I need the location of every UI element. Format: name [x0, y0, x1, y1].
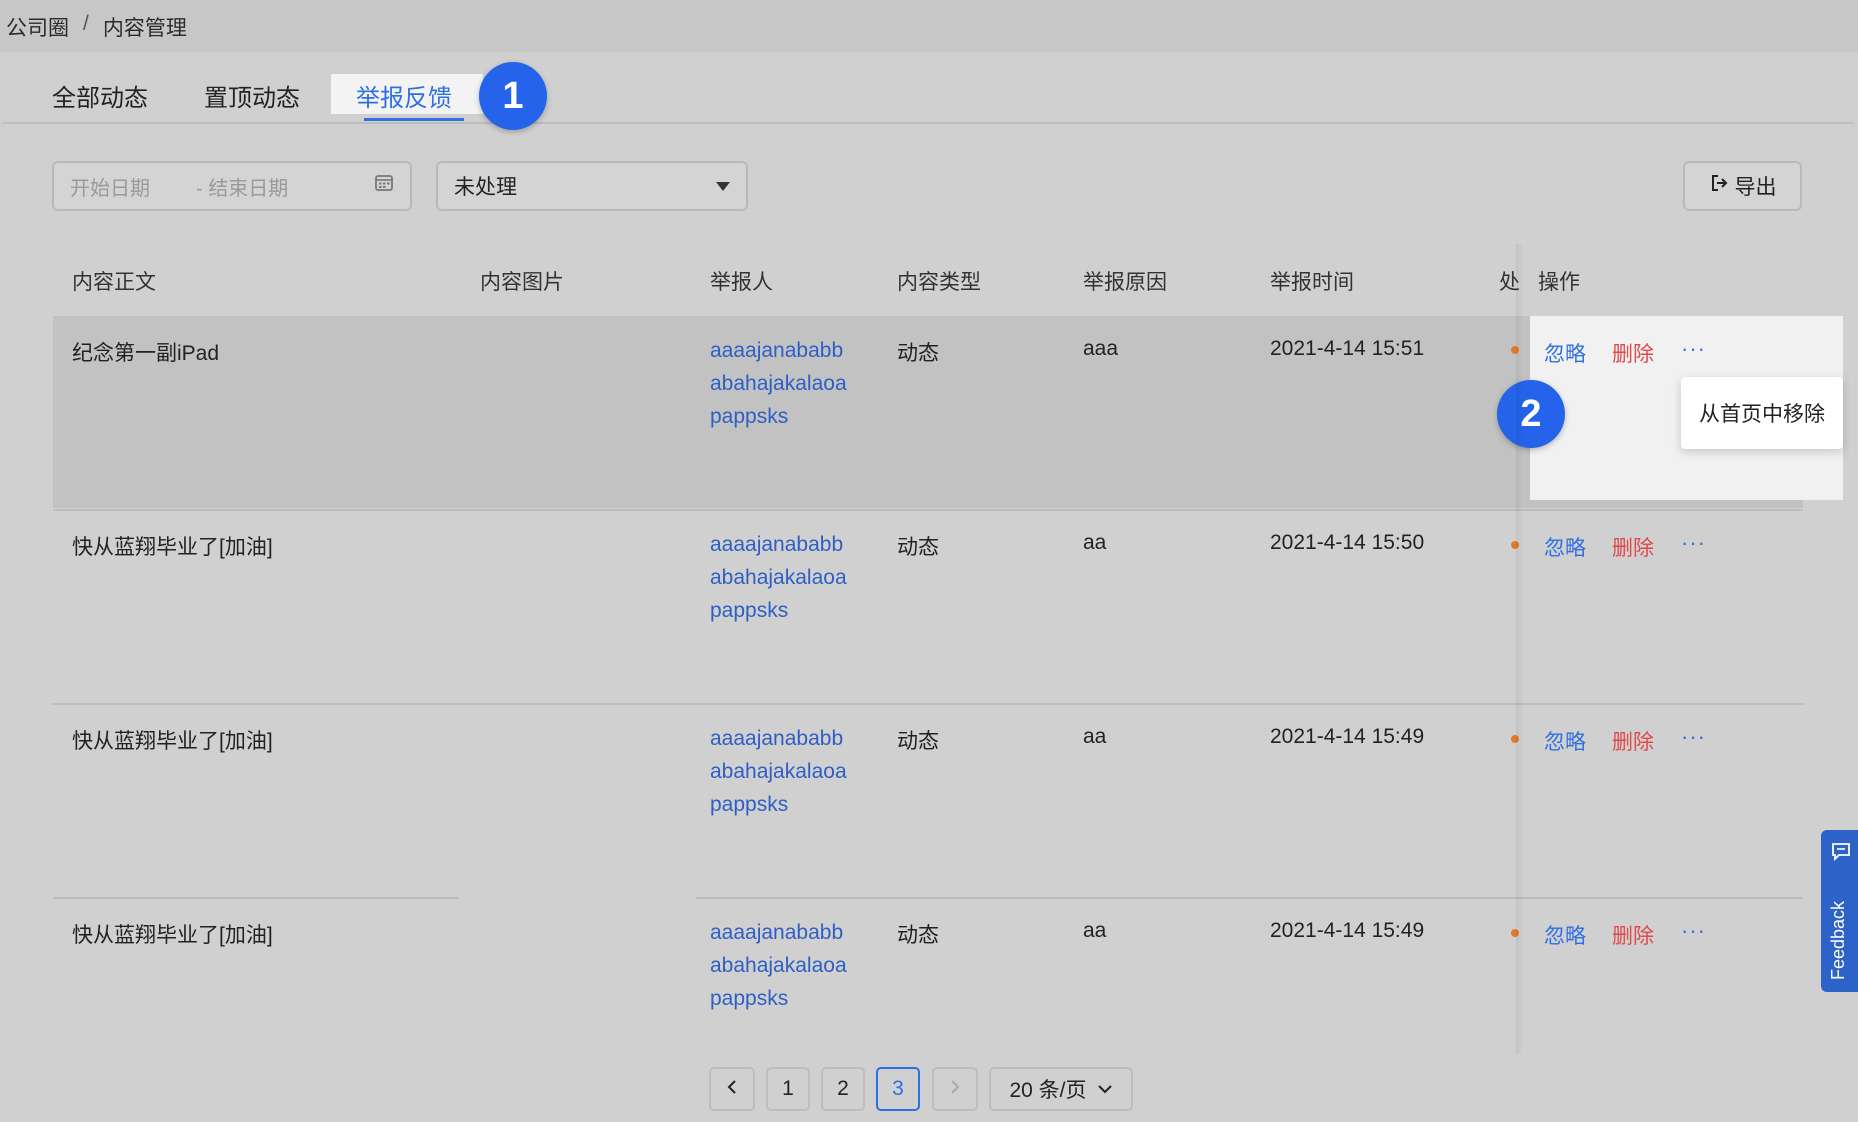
row-reason: aa: [1083, 919, 1107, 942]
column-header-image: 内容图片: [480, 271, 564, 294]
reporter-link[interactable]: aaaajanababb abahajakalaoa pappsks: [710, 528, 847, 627]
page-3-button[interactable]: 3: [876, 1067, 920, 1111]
breadcrumb-separator: /: [83, 12, 89, 35]
breadcrumb: 公司圈 / 内容管理: [6, 12, 187, 42]
prev-page-button[interactable]: [709, 1067, 755, 1111]
reporter-line: aaaajanababb: [710, 921, 844, 944]
remove-from-home-menu-item[interactable]: 从首页中移除: [1681, 377, 1843, 449]
active-tab-underline: [364, 118, 464, 121]
end-date-input[interactable]: - 结束日期: [196, 172, 288, 201]
chevron-down-icon: [716, 181, 730, 191]
tab-report-feedback[interactable]: 举报反馈: [356, 74, 452, 120]
page-size-value: 20 条/页: [1009, 1079, 1087, 1102]
column-header-time: 举报时间: [1270, 271, 1354, 294]
row-content: 快从蓝翔毕业了[加油]: [72, 730, 273, 753]
fixed-column-shadow: [1516, 244, 1524, 1054]
reporter-link[interactable]: aaaajanababb abahajakalaoa pappsks: [710, 334, 847, 433]
column-header-actions: 操作: [1538, 271, 1580, 294]
reporter-line: aaaajanababb: [710, 727, 844, 750]
row-type: 动态: [897, 924, 939, 947]
delete-button[interactable]: 删除: [1612, 726, 1654, 756]
row-time: 2021-4-14 15:51: [1270, 337, 1425, 360]
ignore-button[interactable]: 忽略: [1544, 920, 1586, 950]
row-reason: aa: [1083, 531, 1107, 554]
reporter-line: abahajakalaoa: [710, 954, 847, 977]
breadcrumb-root[interactable]: 公司圈: [6, 12, 69, 42]
chevron-down-icon: [1097, 1077, 1113, 1101]
reporter-link[interactable]: aaaajanababb abahajakalaoa pappsks: [710, 722, 847, 821]
chat-icon: [1831, 842, 1851, 867]
chevron-left-icon: [725, 1077, 739, 1101]
date-range-picker[interactable]: 开始日期 - 结束日期: [52, 161, 412, 211]
page-size-select[interactable]: 20 条/页: [989, 1067, 1133, 1111]
tabs-divider: [3, 122, 1853, 124]
row-time: 2021-4-14 15:49: [1270, 919, 1425, 942]
row-content: 快从蓝翔毕业了[加油]: [72, 924, 273, 947]
tab-all-posts[interactable]: 全部动态: [52, 74, 148, 120]
reporter-line: aaaajanababb: [710, 339, 844, 362]
tab-pinned-posts[interactable]: 置顶动态: [204, 74, 300, 120]
reporter-line: pappsks: [710, 599, 789, 622]
column-header-type: 内容类型: [897, 271, 981, 294]
more-actions-button[interactable]: ···: [1681, 336, 1706, 362]
column-header-content: 内容正文: [72, 271, 156, 294]
delete-button[interactable]: 删除: [1612, 532, 1654, 562]
feedback-tab[interactable]: Feedback: [1821, 830, 1858, 992]
delete-button[interactable]: 删除: [1612, 338, 1654, 368]
chevron-right-icon: [948, 1077, 962, 1101]
page-2-button[interactable]: 2: [821, 1067, 865, 1111]
more-actions-button[interactable]: ···: [1681, 724, 1706, 750]
status-filter-value: 未处理: [454, 176, 517, 199]
delete-button[interactable]: 删除: [1612, 920, 1654, 950]
row-type: 动态: [897, 342, 939, 365]
reporter-line: pappsks: [710, 793, 789, 816]
row-reason: aaa: [1083, 337, 1119, 360]
row-reason: aa: [1083, 725, 1107, 748]
more-actions-button[interactable]: ···: [1681, 918, 1706, 944]
export-button[interactable]: 导出: [1683, 161, 1802, 211]
ignore-button[interactable]: 忽略: [1544, 338, 1586, 368]
reporter-line: aaaajanababb: [710, 533, 844, 556]
calendar-icon: [374, 173, 394, 199]
reporter-line: pappsks: [710, 405, 789, 428]
reporter-line: abahajakalaoa: [710, 760, 847, 783]
more-actions-button[interactable]: ···: [1681, 530, 1706, 556]
row-type: 动态: [897, 536, 939, 559]
row-time: 2021-4-14 15:50: [1270, 531, 1425, 554]
ignore-button[interactable]: 忽略: [1544, 726, 1586, 756]
ignore-button[interactable]: 忽略: [1544, 532, 1586, 562]
reporter-line: abahajakalaoa: [710, 566, 847, 589]
reporter-line: abahajakalaoa: [710, 372, 847, 395]
export-label: 导出: [1734, 176, 1777, 199]
tab-bar: 全部动态 置顶动态 举报反馈: [52, 74, 508, 120]
reporter-link[interactable]: aaaajanababb abahajakalaoa pappsks: [710, 916, 847, 1015]
breadcrumb-current: 内容管理: [102, 17, 187, 40]
step-marker-1: 1: [479, 62, 547, 130]
row-content: 纪念第一副iPad: [72, 342, 220, 365]
status-filter-select[interactable]: 未处理: [436, 161, 748, 211]
column-header-reason: 举报原因: [1083, 271, 1167, 294]
page-1-button[interactable]: 1: [766, 1067, 810, 1111]
next-page-button[interactable]: [932, 1067, 978, 1111]
column-header-reporter: 举报人: [710, 271, 773, 294]
export-icon: [1709, 173, 1729, 199]
row-time: 2021-4-14 15:49: [1270, 725, 1425, 748]
step-marker-2: 2: [1497, 380, 1565, 448]
start-date-input[interactable]: 开始日期: [70, 172, 150, 201]
reporter-line: pappsks: [710, 987, 789, 1010]
row-content: 快从蓝翔毕业了[加油]: [72, 536, 273, 559]
row-type: 动态: [897, 730, 939, 753]
feedback-label: Feedback: [1828, 900, 1848, 980]
top-bar: [0, 0, 1858, 52]
